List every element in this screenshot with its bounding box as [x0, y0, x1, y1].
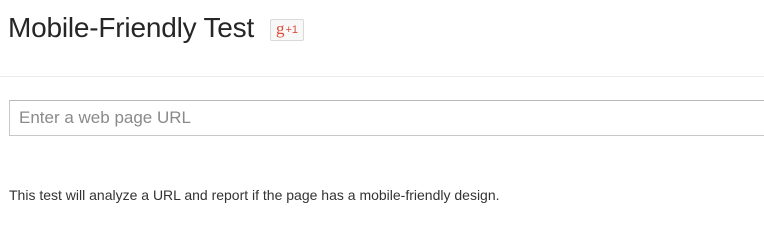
google-plus-one-icon: g [276, 19, 285, 38]
page: Mobile-Friendly Test g +1 This test will… [0, 0, 764, 222]
plus-one-label: +1 [285, 24, 299, 36]
google-plus-one-button[interactable]: g +1 [270, 19, 305, 41]
page-title: Mobile-Friendly Test [8, 12, 255, 43]
title-row: Mobile-Friendly Test g +1 [8, 12, 305, 44]
header-divider [0, 76, 764, 77]
test-description: This test will analyze a URL and report … [9, 187, 500, 203]
url-input[interactable] [9, 100, 764, 136]
